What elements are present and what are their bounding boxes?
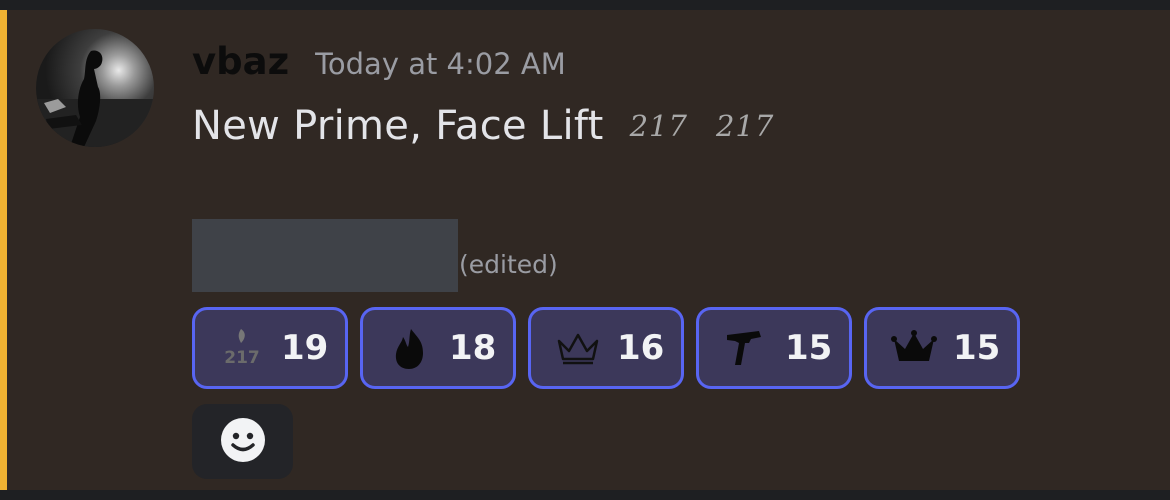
reaction-count: 19 <box>281 328 329 368</box>
reaction-crown-outline[interactable]: 16 <box>528 307 684 389</box>
reaction-bar: 217 19 18 16 15 15 <box>192 307 1020 389</box>
reaction-count: 15 <box>785 328 833 368</box>
emoji-217-icon[interactable]: 217 <box>630 109 688 143</box>
emoji-crown-outline-icon <box>555 325 601 371</box>
bottom-divider <box>0 490 1170 500</box>
emoji-217-icon[interactable]: 217 <box>716 109 774 143</box>
top-divider <box>0 0 1170 10</box>
edited-label[interactable]: (edited) <box>459 250 558 279</box>
redacted-content <box>192 219 458 292</box>
message-timestamp[interactable]: Today at 4:02 AM <box>315 47 566 81</box>
message-header: vbaz Today at 4:02 AM <box>192 40 566 86</box>
svg-text:217: 217 <box>224 348 260 368</box>
smiley-add-reaction-icon <box>219 416 267 468</box>
mention-highlight-bar <box>0 10 7 490</box>
emoji-crown-black-icon <box>891 325 937 371</box>
reaction-count: 15 <box>953 328 1001 368</box>
reaction-count: 16 <box>617 328 665 368</box>
reaction-count: 18 <box>449 328 497 368</box>
emoji-uzi-icon <box>723 325 769 371</box>
reaction-fire[interactable]: 18 <box>360 307 516 389</box>
author-avatar[interactable] <box>36 29 154 147</box>
message-content: New Prime, Face Lift 217 217 <box>192 103 774 149</box>
reaction-crown-black[interactable]: 15 <box>864 307 1020 389</box>
reaction-uzi[interactable]: 15 <box>696 307 852 389</box>
reaction-217[interactable]: 217 19 <box>192 307 348 389</box>
emoji-217-icon: 217 <box>219 325 265 371</box>
emoji-fire-icon <box>387 325 433 371</box>
add-reaction-button[interactable] <box>192 404 293 479</box>
message-text: New Prime, Face Lift <box>192 103 604 149</box>
author-username[interactable]: vbaz <box>192 40 289 83</box>
chat-message[interactable]: vbaz Today at 4:02 AM New Prime, Face Li… <box>0 10 1170 490</box>
